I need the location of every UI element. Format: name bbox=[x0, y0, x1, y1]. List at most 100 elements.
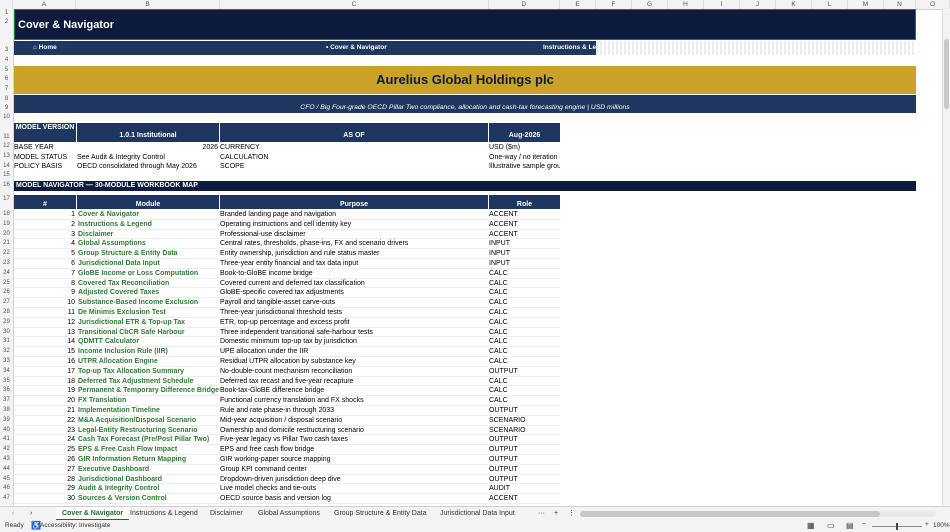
banner-title[interactable]: Cover & Navigator bbox=[14, 9, 916, 40]
nav-row-module-link[interactable]: Executive Dashboard bbox=[77, 465, 219, 475]
page-layout-icon[interactable]: ▭ bbox=[827, 521, 835, 530]
info-header-model-version[interactable]: MODEL VERSION bbox=[14, 123, 76, 142]
col-header-n[interactable]: N bbox=[884, 0, 916, 9]
col-header-m[interactable]: M bbox=[848, 0, 884, 9]
nav-row-module-link[interactable]: FX Translation bbox=[77, 396, 219, 406]
col-header-d[interactable]: D bbox=[489, 0, 560, 9]
nav-row-number[interactable]: 10 bbox=[14, 298, 76, 308]
horizontal-scrollbar[interactable] bbox=[580, 511, 936, 517]
row-header[interactable]: 35 bbox=[0, 377, 13, 387]
nav-row-purpose[interactable]: Professional-use disclaimer bbox=[220, 230, 488, 240]
nav-row-number[interactable]: 11 bbox=[14, 308, 76, 318]
row-header[interactable]: 15 bbox=[0, 171, 13, 181]
nav-row-module-link[interactable]: Implementation Timeline bbox=[77, 406, 219, 416]
row-header[interactable]: 40 bbox=[0, 426, 13, 436]
nav-row-purpose[interactable]: Live model checks and tie-outs bbox=[220, 484, 488, 495]
row-header[interactable]: 36 bbox=[0, 386, 13, 396]
col-header-c[interactable]: C bbox=[220, 0, 489, 9]
sheet-tab[interactable]: Jurisdictional Data Input bbox=[434, 507, 521, 521]
company-subtitle[interactable]: CFO / Big Four-grade OECD Pillar Two com… bbox=[14, 95, 916, 113]
nav-row-role[interactable]: CALC bbox=[489, 357, 560, 367]
col-header-i[interactable]: I bbox=[704, 0, 740, 9]
nav-row-purpose[interactable]: Ownership and domicile restructuring sce… bbox=[220, 426, 488, 436]
row-header[interactable]: 47 bbox=[0, 494, 13, 504]
nav-row-purpose[interactable]: Domestic minimum top-up tax by jurisdict… bbox=[220, 337, 488, 348]
row-header[interactable]: 3 bbox=[0, 46, 13, 56]
zoom-level[interactable]: 100% bbox=[933, 522, 950, 529]
nav-row-module-link[interactable]: Substance-Based Income Exclusion bbox=[77, 298, 219, 308]
row-header[interactable]: 27 bbox=[0, 298, 13, 308]
nav-row-module-link[interactable]: Audit & Integrity Control bbox=[77, 484, 219, 495]
sheet-options-icon[interactable]: ⋮ bbox=[562, 507, 581, 521]
info-label[interactable]: BASE YEAR bbox=[14, 143, 76, 153]
info-value[interactable]: OECD consolidated through May 2026 bbox=[77, 162, 219, 172]
nav-row-number[interactable]: 18 bbox=[14, 377, 76, 387]
col-header-l[interactable]: L bbox=[812, 0, 848, 9]
nav-row-module-link[interactable]: GloBE Income or Loss Computation bbox=[77, 269, 219, 279]
col-header-a[interactable]: A bbox=[13, 0, 76, 9]
row-header[interactable]: 31 bbox=[0, 337, 13, 347]
nav-row-purpose[interactable]: Entity ownership, jurisdiction and rule … bbox=[220, 249, 488, 259]
sheet-tab[interactable]: Group Structure & Entity Data bbox=[328, 507, 433, 521]
nav-row-purpose[interactable]: Covered current and deferred tax classif… bbox=[220, 279, 488, 289]
info-header-version[interactable]: 1.0.1 Institutional bbox=[77, 123, 219, 142]
nav-row-role[interactable]: OUTPUT bbox=[489, 455, 560, 465]
nav-row-module-link[interactable]: Covered Tax Reconciliation bbox=[77, 279, 219, 289]
row-header[interactable]: 10 bbox=[0, 113, 13, 123]
nav-row-number[interactable]: 21 bbox=[14, 406, 76, 416]
col-header-g[interactable]: G bbox=[632, 0, 668, 9]
row-header[interactable]: 44 bbox=[0, 465, 13, 475]
row-header[interactable]: 23 bbox=[0, 259, 13, 269]
row-header[interactable]: 6 bbox=[0, 75, 13, 85]
nav-row-module-link[interactable]: Global Assumptions bbox=[77, 239, 219, 250]
nav-row-number[interactable]: 17 bbox=[14, 367, 76, 377]
nav-row-number[interactable]: 12 bbox=[14, 318, 76, 328]
nav-current-link[interactable]: • Cover & Navigator bbox=[326, 41, 387, 55]
nav-row-purpose[interactable]: ETR, top-up percentage and excess profit bbox=[220, 318, 488, 328]
nav-row-role[interactable]: CALC bbox=[489, 386, 560, 397]
tab-scroll-left-icon[interactable]: ‹ bbox=[6, 507, 20, 521]
row-header[interactable]: 30 bbox=[0, 328, 13, 338]
nav-row-purpose[interactable]: Three-year entity financial and tax data… bbox=[220, 259, 488, 269]
info-header-date[interactable]: Aug-2026 bbox=[489, 123, 560, 142]
info-value[interactable]: 2026 bbox=[77, 143, 219, 153]
nav-row-number[interactable]: 22 bbox=[14, 416, 76, 426]
row-header[interactable]: 28 bbox=[0, 308, 13, 318]
nav-row-module-link[interactable]: Cash Tax Forecast (Pre/Post Pillar Two) bbox=[77, 435, 219, 446]
col-header-o[interactable]: O bbox=[916, 0, 950, 9]
row-header[interactable]: 18 bbox=[0, 210, 13, 220]
nav-row-role[interactable]: INPUT bbox=[489, 259, 560, 269]
nav-row-module-link[interactable]: GIR Information Return Mapping bbox=[77, 455, 219, 465]
row-header[interactable]: 20 bbox=[0, 230, 13, 240]
spreadsheet-grid[interactable]: A B C D E F G H I J K L M N O 1234567891… bbox=[0, 0, 950, 506]
row-header[interactable]: 13 bbox=[0, 152, 13, 162]
nav-row-role[interactable]: OUTPUT bbox=[489, 406, 560, 416]
zoom-in-icon[interactable]: + bbox=[925, 521, 929, 528]
row-header[interactable]: 38 bbox=[0, 406, 13, 416]
nav-row-role[interactable]: CALC bbox=[489, 288, 560, 299]
nav-row-module-link[interactable]: Adjusted Covered Taxes bbox=[77, 288, 219, 299]
row-header[interactable]: 39 bbox=[0, 416, 13, 426]
nav-row-number[interactable]: 14 bbox=[14, 337, 76, 348]
nav-row-role[interactable]: SCENARIO bbox=[489, 416, 560, 426]
nav-row-purpose[interactable]: Deferred tax recast and five-year recapt… bbox=[220, 377, 488, 387]
nav-row-number[interactable]: 29 bbox=[14, 484, 76, 495]
nav-row-module-link[interactable]: Transitional CbCR Safe Harbour bbox=[77, 328, 219, 338]
nav-row-number[interactable]: 30 bbox=[14, 494, 76, 504]
nav-row-purpose[interactable]: No-double-count mechanism reconciliation bbox=[220, 367, 488, 377]
info-label[interactable]: MODEL STATUS bbox=[14, 153, 76, 163]
row-header[interactable]: 4 bbox=[0, 56, 13, 66]
nav-row-purpose[interactable]: Branded landing page and navigation bbox=[220, 210, 488, 220]
sheet-tab[interactable]: Instructions & Legend bbox=[124, 507, 204, 521]
row-header[interactable]: 41 bbox=[0, 435, 13, 445]
nav-row-role[interactable]: INPUT bbox=[489, 239, 560, 250]
nav-row-number[interactable]: 3 bbox=[14, 230, 76, 240]
nav-row-module-link[interactable]: Cover & Navigator bbox=[77, 210, 219, 220]
nav-row-purpose[interactable]: Rule and rate phase-in through 2033 bbox=[220, 406, 488, 416]
sheet-tab[interactable]: Cover & Navigator bbox=[56, 507, 130, 521]
nav-row-number[interactable]: 1 bbox=[14, 210, 76, 220]
nav-row-number[interactable]: 25 bbox=[14, 445, 76, 455]
nav-row-number[interactable]: 2 bbox=[14, 220, 76, 230]
nav-row-role[interactable]: CALC bbox=[489, 337, 560, 348]
scrollbar-thumb[interactable] bbox=[944, 39, 949, 109]
